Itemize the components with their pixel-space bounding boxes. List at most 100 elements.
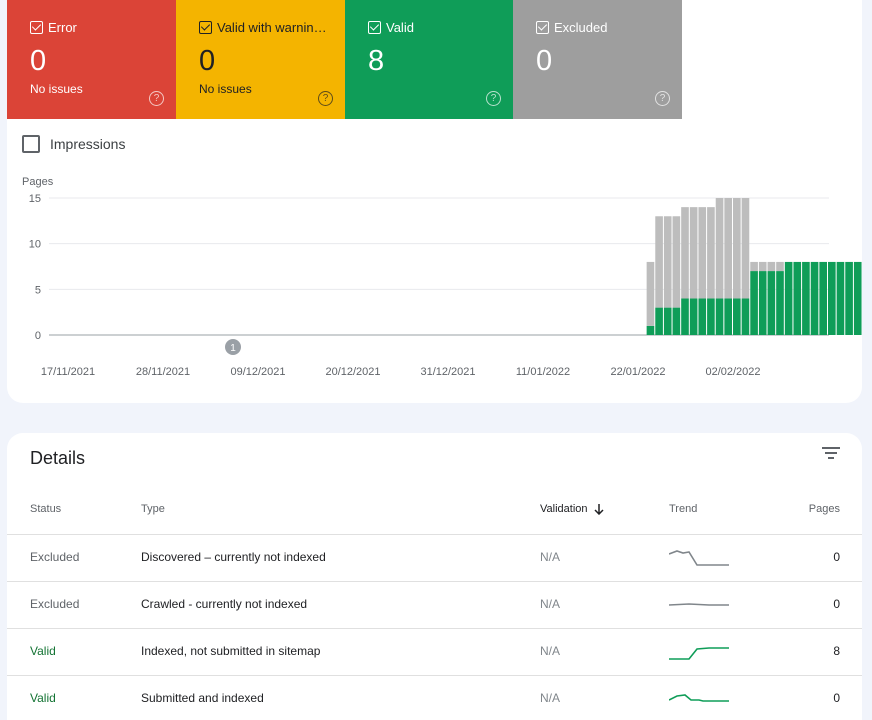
x-tick-label: 09/12/2021 bbox=[230, 366, 285, 378]
status-tiles: Error 0 No issues ? Valid with warnin… 0… bbox=[7, 0, 682, 119]
trend-sparkline bbox=[669, 550, 729, 566]
bar-excluded bbox=[776, 261, 784, 272]
tile-name: Valid bbox=[386, 20, 414, 35]
header-validation-label: Validation bbox=[540, 503, 588, 515]
bar-valid bbox=[672, 307, 681, 335]
bar-valid bbox=[784, 261, 793, 335]
bar-excluded bbox=[750, 261, 758, 272]
help-icon[interactable]: ? bbox=[149, 91, 164, 106]
trend-sparkline bbox=[669, 647, 729, 660]
x-tick-label: 02/02/2022 bbox=[705, 366, 760, 378]
tile-valid-with-warnings[interactable]: Valid with warnin… 0 No issues ? bbox=[176, 0, 345, 119]
row-validation: N/A bbox=[540, 644, 561, 658]
tile-count: 0 bbox=[536, 45, 553, 77]
help-icon[interactable]: ? bbox=[655, 91, 670, 106]
bar-excluded bbox=[767, 261, 776, 272]
bar-valid bbox=[724, 298, 732, 335]
bar-valid bbox=[715, 298, 724, 335]
bar-valid bbox=[655, 307, 663, 335]
checkbox-checked-icon[interactable] bbox=[536, 21, 549, 34]
tile-subtitle: No issues bbox=[199, 82, 252, 96]
bar-valid bbox=[767, 271, 776, 335]
tile-name: Excluded bbox=[554, 20, 608, 35]
bar-excluded bbox=[724, 198, 732, 299]
bar-excluded bbox=[698, 207, 707, 299]
impressions-label: Impressions bbox=[50, 136, 126, 152]
impressions-toggle[interactable]: Impressions bbox=[22, 135, 125, 153]
bar-valid bbox=[758, 271, 767, 335]
row-status: Valid bbox=[30, 691, 56, 705]
bar-excluded bbox=[741, 198, 750, 299]
checkbox-checked-icon[interactable] bbox=[199, 21, 212, 34]
header-trend: Trend bbox=[669, 503, 698, 515]
x-tick-label: 20/12/2021 bbox=[325, 366, 380, 378]
table-row[interactable]: Valid Indexed, not submitted in sitemap N/… bbox=[7, 628, 862, 675]
y-tick-label: 15 bbox=[29, 193, 41, 205]
tile-error[interactable]: Error 0 No issues ? bbox=[7, 0, 176, 119]
x-tick-label: 11/01/2022 bbox=[516, 366, 570, 378]
trend-sparkline bbox=[669, 603, 729, 606]
bar-excluded bbox=[681, 207, 689, 299]
bar-valid bbox=[793, 261, 802, 335]
row-type: Indexed, not submitted in sitemap bbox=[141, 644, 321, 658]
table-row[interactable]: Excluded Crawled - currently not indexed N… bbox=[7, 581, 862, 628]
help-icon[interactable]: ? bbox=[318, 91, 333, 106]
bar-valid bbox=[733, 298, 741, 335]
row-pages: 0 bbox=[833, 550, 840, 564]
table-row[interactable]: Excluded Discovered – currently not index… bbox=[7, 534, 862, 581]
row-validation: N/A bbox=[540, 691, 561, 705]
details-card: Details Status Type Validation Trend Pag… bbox=[7, 433, 862, 720]
bar-valid bbox=[853, 261, 862, 335]
bar-excluded bbox=[715, 198, 724, 299]
row-status: Valid bbox=[30, 644, 56, 658]
tile-valid[interactable]: Valid 8 ? bbox=[345, 0, 513, 119]
bar-excluded bbox=[655, 216, 663, 308]
checkbox-checked-icon[interactable] bbox=[30, 21, 43, 34]
bar-valid bbox=[776, 271, 784, 335]
bar-excluded bbox=[663, 216, 672, 308]
header-validation[interactable]: Validation bbox=[540, 503, 604, 515]
bar-valid bbox=[836, 261, 845, 335]
row-pages: 0 bbox=[833, 597, 840, 611]
bar-excluded bbox=[672, 216, 681, 308]
header-type[interactable]: Type bbox=[141, 503, 165, 515]
bar-valid bbox=[707, 298, 715, 335]
header-status[interactable]: Status bbox=[30, 503, 61, 515]
bar-valid bbox=[750, 271, 758, 335]
bar-valid bbox=[845, 261, 853, 335]
bar-valid bbox=[646, 325, 655, 335]
bar-valid bbox=[663, 307, 672, 335]
filter-icon[interactable] bbox=[822, 447, 840, 461]
header-pages[interactable]: Pages bbox=[809, 503, 840, 515]
bar-valid bbox=[828, 261, 836, 335]
bar-valid bbox=[681, 298, 689, 335]
row-pages: 8 bbox=[833, 644, 840, 658]
tile-count: 8 bbox=[368, 45, 385, 77]
tile-subtitle: No issues bbox=[30, 82, 83, 96]
bar-excluded bbox=[646, 261, 655, 326]
checkbox-checked-icon[interactable] bbox=[368, 21, 381, 34]
y-tick-label: 10 bbox=[29, 239, 41, 251]
y-axis-label: Pages bbox=[22, 176, 54, 188]
bar-valid bbox=[698, 298, 707, 335]
help-icon[interactable]: ? bbox=[486, 91, 501, 106]
bar-excluded bbox=[758, 261, 767, 272]
arrow-down-icon bbox=[593, 504, 604, 515]
pages-chart: Pages 0 5 10 15 17/11/2021 28/11/2021 09/12/202… bbox=[22, 176, 862, 378]
bar-valid bbox=[819, 261, 827, 335]
trend-sparkline bbox=[669, 694, 729, 702]
tile-excluded[interactable]: Excluded 0 ? bbox=[513, 0, 682, 119]
x-tick-label: 31/12/2021 bbox=[420, 366, 475, 378]
y-tick-label: 5 bbox=[35, 284, 41, 296]
bar-valid bbox=[810, 261, 819, 335]
x-tick-label: 17/11/2021 bbox=[41, 366, 95, 378]
bar-valid bbox=[802, 261, 810, 335]
row-type: Crawled - currently not indexed bbox=[141, 597, 308, 611]
checkbox-unchecked-icon[interactable] bbox=[22, 135, 40, 153]
row-status: Excluded bbox=[30, 550, 80, 564]
table-row[interactable]: Valid Submitted and indexed N/A 0 bbox=[7, 675, 862, 720]
row-status: Excluded bbox=[30, 597, 80, 611]
tile-name: Error bbox=[48, 20, 77, 35]
tile-name: Valid with warnin… bbox=[217, 20, 327, 35]
annotation-label: 1 bbox=[230, 343, 236, 354]
